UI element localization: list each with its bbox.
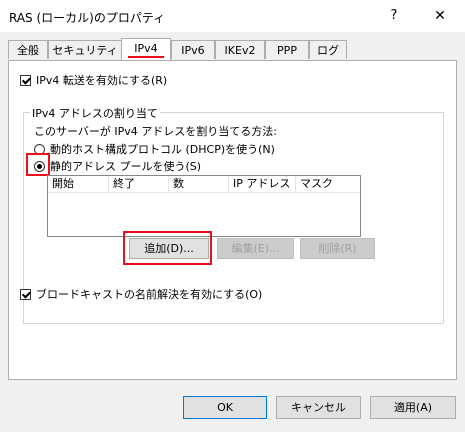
tab-ppp[interactable]: PPP — [265, 40, 309, 59]
help-button[interactable]: ? — [372, 4, 416, 28]
assignment-method-prompt: このサーバーが IPv4 アドレスを割り当てる方法: — [34, 125, 277, 138]
broadcast-name-resolution-label: ブロードキャストの名前解決を有効にする(O) — [36, 288, 263, 301]
address-assignment-title: IPv4 アドレスの割り当て — [30, 105, 160, 121]
column-mask[interactable]: マスク — [296, 176, 360, 192]
tab-log[interactable]: ログ — [309, 40, 347, 59]
cancel-button[interactable]: キャンセル — [276, 396, 361, 419]
ok-button[interactable]: OK — [183, 396, 267, 419]
list-header: 開始 終了 数 IP アドレス マスク — [48, 176, 360, 193]
column-count[interactable]: 数 — [169, 176, 229, 192]
column-start[interactable]: 開始 — [48, 176, 109, 192]
tab-ipv4[interactable]: IPv4 — [121, 38, 171, 60]
add-button[interactable]: 追加(D)... — [129, 238, 209, 259]
static-pool-label: 静的アドレス プールを使う(S) — [50, 160, 202, 173]
active-tab-highlight — [128, 56, 164, 58]
dhcp-option[interactable]: 動的ホスト構成プロトコル (DHCP)を使う(N) — [34, 141, 275, 157]
delete-button[interactable]: 削除(R) — [300, 238, 375, 259]
static-pool-option[interactable]: 静的アドレス プールを使う(S) — [34, 158, 201, 174]
dhcp-label: 動的ホスト構成プロトコル (DHCP)を使う(N) — [50, 143, 275, 156]
ipv4-forwarding-label: IPv4 転送を有効にする(R) — [36, 74, 168, 87]
apply-button[interactable]: 適用(A) — [370, 396, 456, 419]
broadcast-name-resolution-checkbox[interactable] — [20, 288, 31, 300]
edit-button[interactable]: 編集(E)... — [217, 238, 294, 259]
window-title: RAS (ローカル)のプロパティ — [9, 11, 166, 25]
tab-general[interactable]: 全般 — [8, 40, 48, 59]
ipv4-forwarding-option[interactable]: IPv4 転送を有効にする(R) — [20, 72, 167, 88]
close-button[interactable]: ✕ — [418, 4, 462, 28]
tab-security[interactable]: セキュリティ — [48, 40, 122, 59]
ipv4-tab-panel: IPv4 転送を有効にする(R) IPv4 アドレスの割り当て このサーバーが … — [8, 60, 457, 380]
broadcast-name-resolution-option[interactable]: ブロードキャストの名前解決を有効にする(O) — [20, 286, 262, 302]
tab-ipv6[interactable]: IPv6 — [171, 40, 215, 59]
ipv4-forwarding-checkbox[interactable] — [20, 74, 31, 86]
dhcp-radio[interactable] — [34, 143, 45, 155]
tab-strip: 全般 セキュリティ IPv4 IPv6 IKEv2 PPP ログ — [8, 38, 458, 60]
column-end[interactable]: 終了 — [109, 176, 169, 192]
column-ip-address[interactable]: IP アドレス — [229, 176, 296, 192]
address-pool-list[interactable]: 開始 終了 数 IP アドレス マスク — [47, 175, 361, 237]
static-pool-radio[interactable] — [34, 160, 45, 172]
tab-ikev2[interactable]: IKEv2 — [215, 40, 265, 59]
title-bar: RAS (ローカル)のプロパティ ? ✕ — [0, 0, 465, 32]
